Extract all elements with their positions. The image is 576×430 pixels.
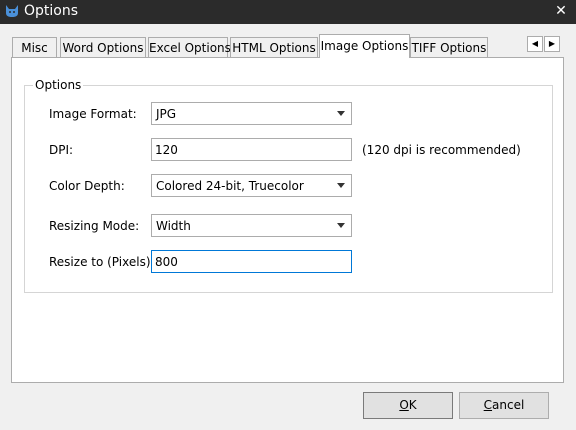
resizing-mode-value: Width: [156, 219, 191, 233]
resize-to-label: Resize to (Pixels):: [49, 255, 155, 269]
dpi-field[interactable]: 120: [151, 138, 352, 161]
image-format-value: JPG: [156, 107, 177, 121]
color-depth-label: Color Depth:: [49, 179, 125, 193]
dpi-value: 120: [155, 143, 178, 157]
tab-word-options[interactable]: Word Options: [60, 37, 146, 57]
groupbox-legend: Options: [33, 78, 84, 92]
chevron-down-icon: [337, 183, 345, 188]
chevron-down-icon: [337, 111, 345, 116]
image-format-label: Image Format:: [49, 107, 137, 121]
triangle-right-icon[interactable]: ▶: [544, 36, 560, 52]
triangle-left-icon[interactable]: ◀: [527, 36, 543, 52]
dpi-hint: (120 dpi is recommended): [362, 143, 521, 157]
resize-to-field[interactable]: 800: [151, 250, 352, 273]
tab-misc[interactable]: Misc: [12, 37, 57, 57]
ok-button[interactable]: OK: [363, 392, 453, 419]
color-depth-dropdown[interactable]: Colored 24-bit, Truecolor: [151, 174, 352, 197]
ok-label-rest: K: [408, 398, 417, 412]
tab-tiff-options[interactable]: TIFF Options: [410, 37, 488, 57]
resizing-mode-label: Resizing Mode:: [49, 219, 140, 233]
title-bar: Options ✕: [0, 0, 576, 24]
close-icon[interactable]: ✕: [555, 3, 567, 19]
tab-scroll-buttons: ◀ ▶: [527, 36, 561, 52]
tab-html-options[interactable]: HTML Options: [230, 37, 318, 57]
tab-panel-image-options: Options Image Format: JPG DPI: 120 (120 …: [11, 57, 564, 383]
options-dialog: Options ✕ Misc Word Options Excel Option…: [0, 0, 576, 430]
ok-mnemonic: O: [399, 398, 409, 412]
cat-head-icon: [6, 5, 18, 17]
resizing-mode-dropdown[interactable]: Width: [151, 214, 352, 237]
close-button[interactable]: ✕: [546, 0, 576, 24]
cancel-label-rest: ancel: [492, 398, 525, 412]
resize-to-value: 800: [155, 255, 178, 269]
dpi-label: DPI:: [49, 143, 74, 157]
cancel-button[interactable]: Cancel: [459, 392, 549, 419]
color-depth-value: Colored 24-bit, Truecolor: [156, 179, 304, 193]
image-format-dropdown[interactable]: JPG: [151, 102, 352, 125]
window-title: Options: [24, 3, 79, 19]
tab-image-options[interactable]: Image Options: [319, 34, 410, 58]
tab-bar: Misc Word Options Excel Options HTML Opt…: [12, 34, 564, 58]
cancel-mnemonic: C: [483, 398, 493, 412]
tab-excel-options[interactable]: Excel Options: [148, 37, 231, 57]
chevron-down-icon: [337, 223, 345, 228]
